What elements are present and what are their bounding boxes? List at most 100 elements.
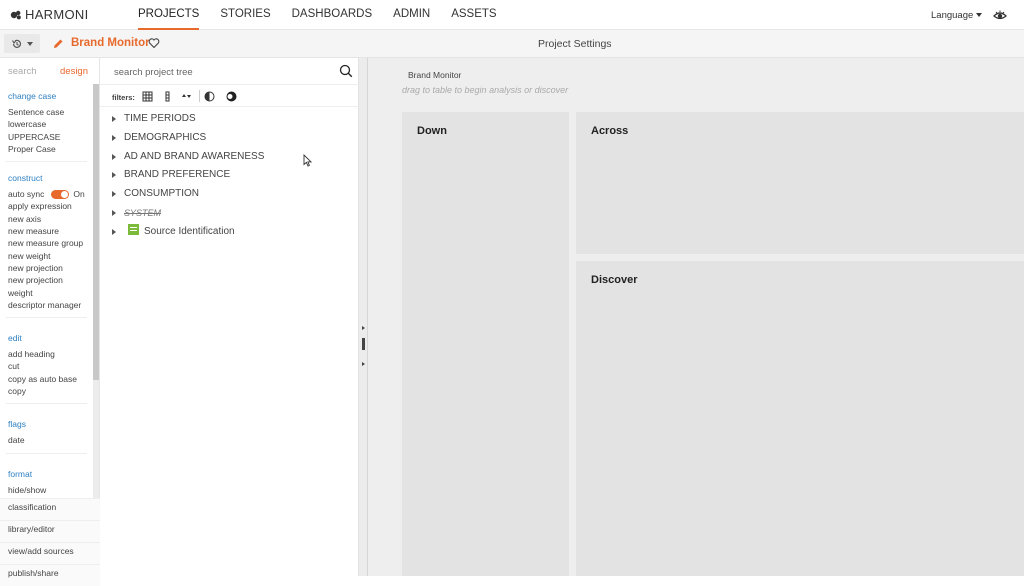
- harmoni-logo[interactable]: HARMONI: [10, 7, 89, 22]
- tree-node-ad-brand-awareness[interactable]: AD AND BRAND AWARENESS: [100, 148, 359, 167]
- drop-zone-down[interactable]: Down: [402, 112, 569, 576]
- tree-node-source-identification[interactable]: Source Identification: [100, 223, 359, 242]
- tree-search-input[interactable]: [114, 65, 334, 79]
- drop-zone-label: Across: [591, 125, 629, 137]
- action-new-measure-group[interactable]: new measure group: [0, 237, 93, 249]
- action-cut[interactable]: cut: [0, 360, 93, 372]
- tree-node-label: AD AND BRAND AWARENESS: [124, 150, 265, 162]
- tree-node-consumption[interactable]: CONSUMPTION: [100, 185, 359, 204]
- drop-zone-across[interactable]: Across: [576, 112, 1024, 254]
- divider: [6, 317, 87, 319]
- language-label: Language: [931, 10, 974, 21]
- section-change-case: change case: [8, 91, 57, 101]
- history-icon: [12, 39, 22, 48]
- sidebar-scrollbar-track[interactable]: [93, 380, 99, 498]
- logo-icon: [10, 10, 21, 19]
- top-navbar: HARMONI PROJECTS STORIES DASHBOARDS ADMI…: [0, 0, 1024, 30]
- grid-filter-icon[interactable]: [142, 91, 153, 102]
- mouse-cursor-icon: [303, 154, 312, 167]
- filters-label: filters:: [112, 93, 135, 102]
- chevron-down-icon: [976, 13, 983, 18]
- project-name[interactable]: Brand Monitor: [71, 37, 150, 49]
- action-new-projection[interactable]: new projection: [0, 262, 93, 274]
- action-sentence-case[interactable]: Sentence case: [0, 106, 93, 118]
- tree-node-demographics[interactable]: DEMOGRAPHICS: [100, 129, 359, 148]
- analysis-workspace: Brand Monitor drag to table to begin ana…: [368, 58, 1024, 576]
- edit-pencil-icon[interactable]: [52, 38, 64, 50]
- toggle-filter-icon[interactable]: [225, 91, 238, 102]
- menu-view-add-sources[interactable]: view/add sources: [0, 542, 100, 564]
- chevron-down-icon: [27, 41, 33, 46]
- nav-dashboards[interactable]: DASHBOARDS: [292, 0, 373, 30]
- drop-zone-discover[interactable]: Discover: [576, 261, 1024, 576]
- action-apply-expression[interactable]: apply expression: [0, 200, 93, 212]
- action-copy-as-auto-base[interactable]: copy as auto base: [0, 373, 93, 385]
- tree-node-label: BRAND PREFERENCE: [124, 169, 231, 181]
- tree-node-label: TIME PERIODS: [124, 113, 196, 124]
- tree-node-brand-preference[interactable]: BRAND PREFERENCE: [100, 166, 359, 185]
- menu-publish-share[interactable]: publish/share: [0, 564, 100, 586]
- column-filter-icon[interactable]: [162, 91, 173, 102]
- tree-node-label: DEMOGRAPHICS: [124, 131, 207, 143]
- caret-right-icon[interactable]: [112, 116, 116, 122]
- tree-node-label: SYSTEM: [124, 207, 162, 218]
- sidebar-scrollbar-thumb[interactable]: [93, 84, 99, 380]
- nav-projects[interactable]: PROJECTS: [138, 0, 200, 30]
- filter-divider: [199, 90, 200, 102]
- action-uppercase[interactable]: UPPERCASE: [0, 131, 93, 143]
- language-dropdown[interactable]: Language: [931, 10, 983, 21]
- workspace-title: Brand Monitor: [408, 70, 462, 80]
- caret-right-icon[interactable]: [112, 228, 116, 235]
- section-flags: flags: [8, 419, 26, 430]
- divider: [6, 161, 87, 163]
- action-add-heading[interactable]: add heading: [0, 348, 93, 360]
- menu-library-editor[interactable]: library/editor: [0, 520, 100, 542]
- action-date[interactable]: date: [0, 434, 93, 446]
- auto-sync-row: auto sync On: [0, 188, 93, 200]
- action-proper-case[interactable]: Proper Case: [0, 143, 93, 155]
- sidebar-bottom-menu: classification library/editor view/add s…: [0, 498, 100, 586]
- half-circle-filter-icon[interactable]: [204, 91, 215, 102]
- caret-right-icon[interactable]: [112, 134, 116, 141]
- drag-handle-icon[interactable]: [362, 326, 365, 366]
- design-actions-list: change case Sentence case lowercase UPPE…: [0, 84, 93, 498]
- project-toolbar: Brand Monitor Project Settings: [0, 30, 1024, 58]
- menu-classification[interactable]: classification: [0, 498, 100, 520]
- divider: [6, 452, 87, 454]
- tab-search[interactable]: search: [0, 58, 50, 84]
- tree-node-label: Source Identification: [144, 225, 235, 237]
- drop-zone-label: Discover: [591, 274, 638, 286]
- action-new-weight[interactable]: new weight: [0, 250, 93, 262]
- action-lowercase[interactable]: lowercase: [0, 118, 93, 130]
- action-hide-show[interactable]: hide/show: [0, 484, 93, 496]
- caret-right-icon[interactable]: [112, 153, 116, 160]
- action-descriptor-manager[interactable]: descriptor manager: [0, 299, 93, 311]
- nav-admin[interactable]: ADMIN: [393, 0, 430, 30]
- favorite-heart-icon[interactable]: [148, 37, 160, 49]
- eye-icon[interactable]: [993, 8, 1007, 22]
- page-title: Project Settings: [538, 38, 612, 50]
- search-icon[interactable]: [339, 64, 353, 78]
- caret-right-icon[interactable]: [112, 191, 116, 198]
- action-new-axis[interactable]: new axis: [0, 213, 93, 225]
- tree-node-system[interactable]: SYSTEM: [100, 204, 359, 223]
- tab-design[interactable]: design: [50, 58, 100, 84]
- action-weight[interactable]: weight: [0, 287, 93, 299]
- main-nav: PROJECTS STORIES DASHBOARDS ADMIN ASSETS: [138, 0, 518, 30]
- action-new-measure[interactable]: new measure: [0, 225, 93, 237]
- history-button[interactable]: [4, 34, 40, 53]
- auto-sync-toggle[interactable]: [51, 189, 70, 199]
- sort-filter-icon[interactable]: [181, 91, 192, 102]
- drop-zone-label: Down: [417, 125, 447, 137]
- project-tree-panel: filters: TIME PERIODS DEMOGRAPHICS AD AN…: [100, 58, 359, 576]
- caret-right-icon[interactable]: [112, 172, 116, 179]
- sidebar-tabs: search design: [0, 58, 100, 84]
- tree-node-time-periods[interactable]: TIME PERIODS: [100, 110, 359, 129]
- nav-stories[interactable]: STORIES: [220, 0, 270, 30]
- action-copy[interactable]: copy: [0, 385, 93, 397]
- action-new-projection-weight[interactable]: new projection: [0, 274, 93, 286]
- caret-right-icon[interactable]: [112, 209, 116, 216]
- nav-assets[interactable]: ASSETS: [451, 0, 496, 30]
- section-format: format: [8, 468, 33, 479]
- panel-splitter[interactable]: [359, 58, 368, 576]
